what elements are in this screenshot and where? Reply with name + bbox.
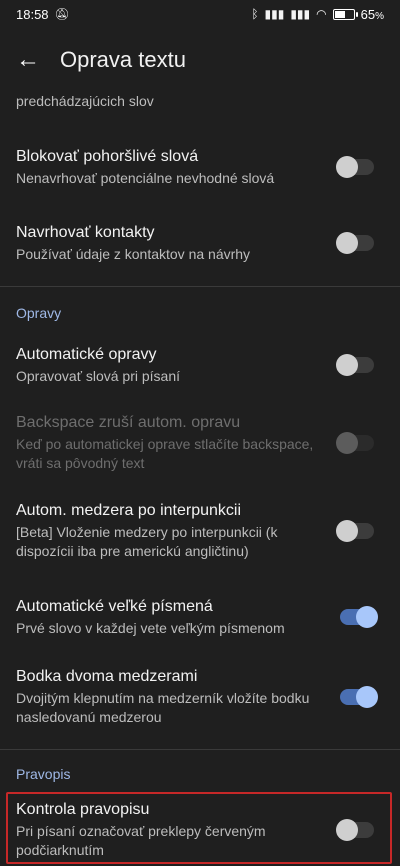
setting-title: Backspace zruší autom. opravu (16, 414, 241, 431)
setting-title: Kontrola pravopisu (16, 801, 150, 818)
muted-bell-icon: 🔕︎ (54, 7, 70, 21)
app-bar: ← Oprava textu (0, 28, 400, 92)
bluetooth-icon: ᛒ (251, 7, 259, 21)
setting-spell-check[interactable]: Kontrola pravopisu Pri písaní označovať … (0, 800, 400, 860)
signal-icon: ▮▮▮ (264, 7, 285, 21)
setting-subtitle: Keď po automatickej oprave stlačíte back… (16, 436, 314, 471)
double-space-period-toggle[interactable] (340, 686, 378, 708)
auto-space-toggle[interactable] (336, 520, 374, 542)
suggest-contacts-toggle[interactable] (336, 232, 374, 254)
page-title: Oprava textu (60, 47, 186, 72)
setting-partial[interactable]: predchádzajúcich slov (0, 92, 400, 118)
setting-subtitle: Používať údaje z kontaktov na návrhy (16, 245, 251, 262)
section-header-spellcheck: Pravopis (16, 766, 71, 782)
wifi-icon: ◠ (316, 7, 327, 21)
battery-icon (332, 8, 358, 20)
setting-block-offensive[interactable]: Blokovať pohoršlivé slová Nenavrhovať po… (0, 136, 400, 198)
setting-subtitle: Prvé slovo v každej vete veľkým písmenom (16, 619, 285, 636)
setting-auto-space[interactable]: Autom. medzera po interpunkcii [Beta] Vl… (0, 495, 400, 567)
back-button[interactable]: ← (0, 32, 56, 88)
setting-title: Bodka dvoma medzerami (16, 668, 198, 685)
setting-title: Blokovať pohoršlivé slová (16, 147, 199, 165)
setting-subtitle: Nenavrhovať potenciálne nevhodné slová (16, 169, 275, 186)
block-offensive-toggle[interactable] (336, 156, 374, 178)
setting-auto-correct[interactable]: Automatické opravy Opravovať slová pri p… (0, 337, 400, 393)
setting-subtitle: Dvojitým klepnutím na medzerník vložíte … (16, 690, 310, 725)
setting-subtitle: Opravovať slová pri písaní (16, 367, 180, 384)
setting-subtitle: predchádzajúcich slov (16, 93, 154, 109)
setting-title: Automatické opravy (16, 345, 157, 363)
setting-title: Navrhovať kontakty (16, 223, 155, 241)
setting-suggest-contacts[interactable]: Navrhovať kontakty Používať údaje z kont… (0, 212, 400, 274)
setting-auto-caps[interactable]: Automatické veľké písmená Prvé slovo v k… (0, 591, 400, 643)
auto-correct-toggle[interactable] (336, 354, 374, 376)
signal-icon: ▮▮▮ (290, 7, 311, 21)
setting-title: Automatické veľké písmená (16, 597, 213, 615)
setting-backspace-undo: Backspace zruší autom. opravu Keď po aut… (0, 411, 400, 475)
status-bar: 18:58 🔕︎ ᛒ ▮▮▮ ▮▮▮ ◠ 65% (0, 0, 400, 28)
section-header-corrections: Opravy (16, 305, 62, 321)
auto-caps-toggle[interactable] (340, 606, 378, 628)
arrow-left-icon: ← (16, 46, 40, 73)
setting-subtitle: [Beta] Vloženie medzery po interpunkcii … (16, 524, 278, 559)
status-time: 18:58 (16, 6, 49, 22)
setting-subtitle: Pri písaní označovať preklepy červeným p… (16, 823, 266, 858)
setting-title: Autom. medzera po interpunkcii (16, 502, 241, 519)
battery-level: 65% (360, 6, 384, 22)
backspace-undo-toggle (336, 432, 374, 454)
spell-check-toggle[interactable] (336, 819, 374, 841)
settings-list: predchádzajúcich slov Blokovať pohoršliv… (0, 92, 400, 860)
setting-double-space-period[interactable]: Bodka dvoma medzerami Dvojitým klepnutím… (0, 661, 400, 733)
